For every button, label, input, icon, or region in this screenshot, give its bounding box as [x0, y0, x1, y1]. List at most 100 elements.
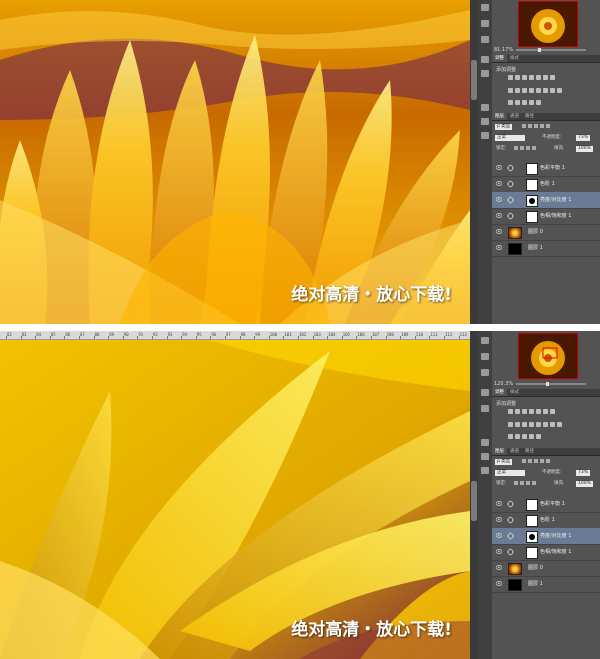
- layer-mask-thumbnail[interactable]: [526, 211, 538, 223]
- tab-channels[interactable]: 通道: [507, 448, 522, 455]
- layer-row[interactable]: 色阶 1: [492, 176, 600, 193]
- layer-name[interactable]: 色彩平衡 1: [540, 500, 565, 507]
- zoom-slider[interactable]: [516, 48, 586, 52]
- layer-row[interactable]: 亮度/对比度 1: [492, 528, 600, 545]
- vertical-scrollbar[interactable]: [470, 0, 478, 324]
- layer-name[interactable]: 图层 1: [528, 244, 543, 251]
- layer-mask-thumbnail[interactable]: [526, 163, 538, 175]
- layer-name[interactable]: 亮度/对比度 1: [540, 196, 571, 203]
- layer-mask-thumbnail[interactable]: [526, 547, 538, 559]
- tool-icon[interactable]: [481, 439, 489, 446]
- layer-name[interactable]: 色阶 1: [540, 180, 555, 187]
- layer-name[interactable]: 亮度/对比度 1: [540, 532, 571, 539]
- filter-icons[interactable]: [522, 124, 552, 131]
- tab-adjustments[interactable]: 调整: [492, 389, 507, 396]
- layer-row[interactable]: 色阶 1: [492, 512, 600, 529]
- fill-input[interactable]: 100%: [576, 481, 593, 487]
- zoom-level[interactable]: 120.3%: [494, 381, 513, 387]
- blend-mode-select[interactable]: 正常: [495, 135, 525, 141]
- adjustment-icons[interactable]: [508, 75, 588, 81]
- layer-row[interactable]: 图层 1: [492, 240, 600, 257]
- eye-icon[interactable]: [495, 533, 503, 538]
- lock-icons[interactable]: [514, 481, 538, 488]
- tab-layers[interactable]: 图层: [492, 113, 507, 120]
- opacity-input[interactable]: 73%: [576, 135, 591, 141]
- tool-strip[interactable]: [478, 0, 493, 324]
- tab-styles[interactable]: 样式: [507, 55, 522, 62]
- adjustment-icons[interactable]: [508, 100, 588, 106]
- eye-icon[interactable]: [495, 245, 503, 250]
- lock-icons[interactable]: [514, 146, 538, 153]
- tool-icon[interactable]: [481, 405, 489, 412]
- layer-row[interactable]: 图层 0: [492, 224, 600, 241]
- tool-icon[interactable]: [481, 70, 489, 77]
- tool-icon[interactable]: [481, 453, 489, 460]
- tool-icon[interactable]: [481, 132, 489, 139]
- layer-name[interactable]: 色彩平衡 1: [540, 164, 565, 171]
- tool-icon[interactable]: [481, 4, 489, 11]
- layer-row[interactable]: 图层 0: [492, 560, 600, 577]
- adjustment-icons[interactable]: [508, 434, 588, 440]
- layer-row[interactable]: 色彩平衡 1: [492, 496, 600, 513]
- navigator-thumbnail[interactable]: [518, 333, 578, 379]
- tab-paths[interactable]: 路径: [522, 448, 537, 455]
- tool-icon[interactable]: [481, 369, 489, 376]
- layer-name[interactable]: 色相/饱和度 1: [540, 548, 571, 555]
- horizontal-ruler[interactable]: 82 83 84 85 86 87 88 89 90 91 92 93 94 95 96 97 98 99 100 1…: [0, 331, 470, 340]
- layer-name[interactable]: 图层 0: [528, 228, 543, 235]
- eye-icon[interactable]: [495, 229, 503, 234]
- document-canvas[interactable]: 绝对高清・放心下载!: [0, 0, 470, 324]
- blend-mode-select[interactable]: 正常: [495, 470, 525, 476]
- tool-icon[interactable]: [481, 467, 489, 474]
- fill-input[interactable]: 100%: [576, 146, 593, 152]
- tab-styles[interactable]: 样式: [507, 389, 522, 396]
- zoom-slider[interactable]: [516, 382, 586, 386]
- layer-row[interactable]: 色彩平衡 1: [492, 160, 600, 177]
- filter-icons[interactable]: [522, 459, 552, 466]
- eye-icon[interactable]: [495, 581, 503, 586]
- tool-icon[interactable]: [481, 337, 489, 344]
- layer-thumbnail[interactable]: [508, 227, 522, 239]
- tool-icon[interactable]: [481, 353, 489, 360]
- tool-icon[interactable]: [481, 118, 489, 125]
- adjustment-icons[interactable]: [508, 422, 588, 428]
- eye-icon[interactable]: [495, 213, 503, 218]
- eye-icon[interactable]: [495, 565, 503, 570]
- layer-mask-thumbnail[interactable]: [526, 515, 538, 527]
- eye-icon[interactable]: [495, 501, 503, 506]
- tool-icon[interactable]: [481, 389, 489, 396]
- layer-row[interactable]: 色相/饱和度 1: [492, 544, 600, 561]
- eye-icon[interactable]: [495, 197, 503, 202]
- layer-row[interactable]: 色相/饱和度 1: [492, 208, 600, 225]
- tab-paths[interactable]: 路径: [522, 113, 537, 120]
- eye-icon[interactable]: [495, 181, 503, 186]
- opacity-input[interactable]: 73%: [576, 470, 591, 476]
- tool-icon[interactable]: [481, 104, 489, 111]
- eye-icon[interactable]: [495, 517, 503, 522]
- layer-name[interactable]: 色阶 1: [540, 516, 555, 523]
- layer-name[interactable]: 图层 1: [528, 580, 543, 587]
- layer-name[interactable]: 色相/饱和度 1: [540, 212, 571, 219]
- tab-layers[interactable]: 图层: [492, 448, 507, 455]
- tab-adjustments[interactable]: 调整: [492, 55, 507, 62]
- layer-thumbnail[interactable]: [508, 563, 522, 575]
- zoom-level[interactable]: 81.17%: [494, 47, 513, 53]
- kind-filter-select[interactable]: ρ 类型: [495, 124, 513, 130]
- layer-mask-thumbnail[interactable]: [526, 179, 538, 191]
- tool-icon[interactable]: [481, 36, 489, 43]
- layer-mask-thumbnail[interactable]: [526, 499, 538, 511]
- layer-mask-thumbnail[interactable]: [526, 531, 538, 543]
- eye-icon[interactable]: [495, 165, 503, 170]
- layer-row[interactable]: 亮度/对比度 1: [492, 192, 600, 209]
- adjustment-icons[interactable]: [508, 409, 588, 415]
- tool-icon[interactable]: [481, 20, 489, 27]
- document-canvas[interactable]: 82 83 84 85 86 87 88 89 90 91 92 93 94 95 96 97 98 99 100 1…: [0, 331, 470, 659]
- layer-thumbnail[interactable]: [508, 243, 522, 255]
- eye-icon[interactable]: [495, 549, 503, 554]
- layer-name[interactable]: 图层 0: [528, 564, 543, 571]
- tool-strip[interactable]: [478, 331, 493, 659]
- tab-channels[interactable]: 通道: [507, 113, 522, 120]
- layer-thumbnail[interactable]: [508, 579, 522, 591]
- adjustment-icons[interactable]: [508, 88, 588, 94]
- layer-row[interactable]: 图层 1: [492, 576, 600, 593]
